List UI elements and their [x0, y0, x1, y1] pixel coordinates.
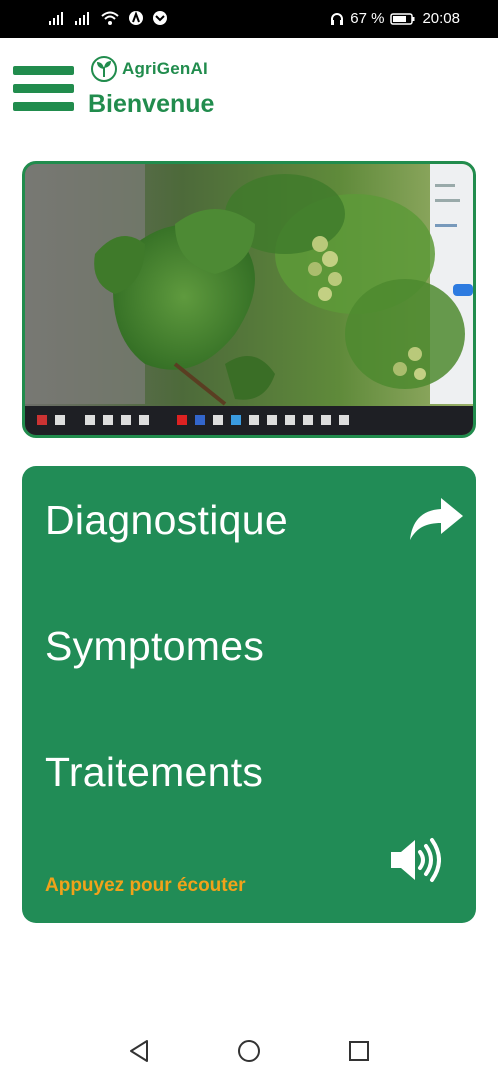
status-right-icons: 67 % 20:08 — [330, 10, 460, 28]
menu-bar — [13, 84, 74, 93]
leaf-logo-icon — [91, 56, 117, 82]
photo-image — [25, 164, 473, 435]
battery-icon — [390, 13, 415, 25]
hamburger-menu-icon[interactable] — [13, 64, 74, 114]
diagnostic-card: Diagnostique Symptomes Traitements Appuy… — [22, 466, 476, 923]
app-header: AgriGenAI Bienvenue — [0, 38, 498, 128]
menu-bar — [13, 102, 74, 111]
headphones-icon — [331, 13, 344, 25]
speaker-icon[interactable] — [389, 837, 441, 883]
app-notification-icon — [153, 11, 167, 25]
status-bar: 67 % 20:08 — [0, 0, 498, 38]
back-icon[interactable] — [126, 1038, 152, 1064]
home-icon[interactable] — [236, 1038, 262, 1064]
plant-leaves-photo — [22, 161, 476, 438]
wifi-icon — [101, 11, 119, 25]
menu-bar — [13, 66, 74, 75]
treatments-title[interactable]: Traitements — [45, 749, 263, 796]
brand: AgriGenAI — [90, 55, 208, 83]
symptoms-title[interactable]: Symptomes — [45, 623, 264, 670]
app-name: AgriGenAI — [122, 59, 208, 78]
diagnostic-title[interactable]: Diagnostique — [45, 497, 288, 544]
share-arrow-icon[interactable] — [407, 494, 465, 544]
signal-icon — [49, 12, 63, 25]
system-nav-bar — [0, 1020, 498, 1080]
status-left-icons — [48, 10, 168, 26]
recent-apps-icon[interactable] — [346, 1038, 372, 1064]
clock: 20:08 — [422, 10, 460, 27]
listen-hint[interactable]: Appuyez pour écouter — [45, 875, 246, 897]
app-notification-icon — [129, 11, 143, 25]
battery-percent: 67 % — [350, 10, 385, 27]
signal-icon — [75, 12, 89, 25]
welcome-title: Bienvenue — [88, 90, 215, 118]
